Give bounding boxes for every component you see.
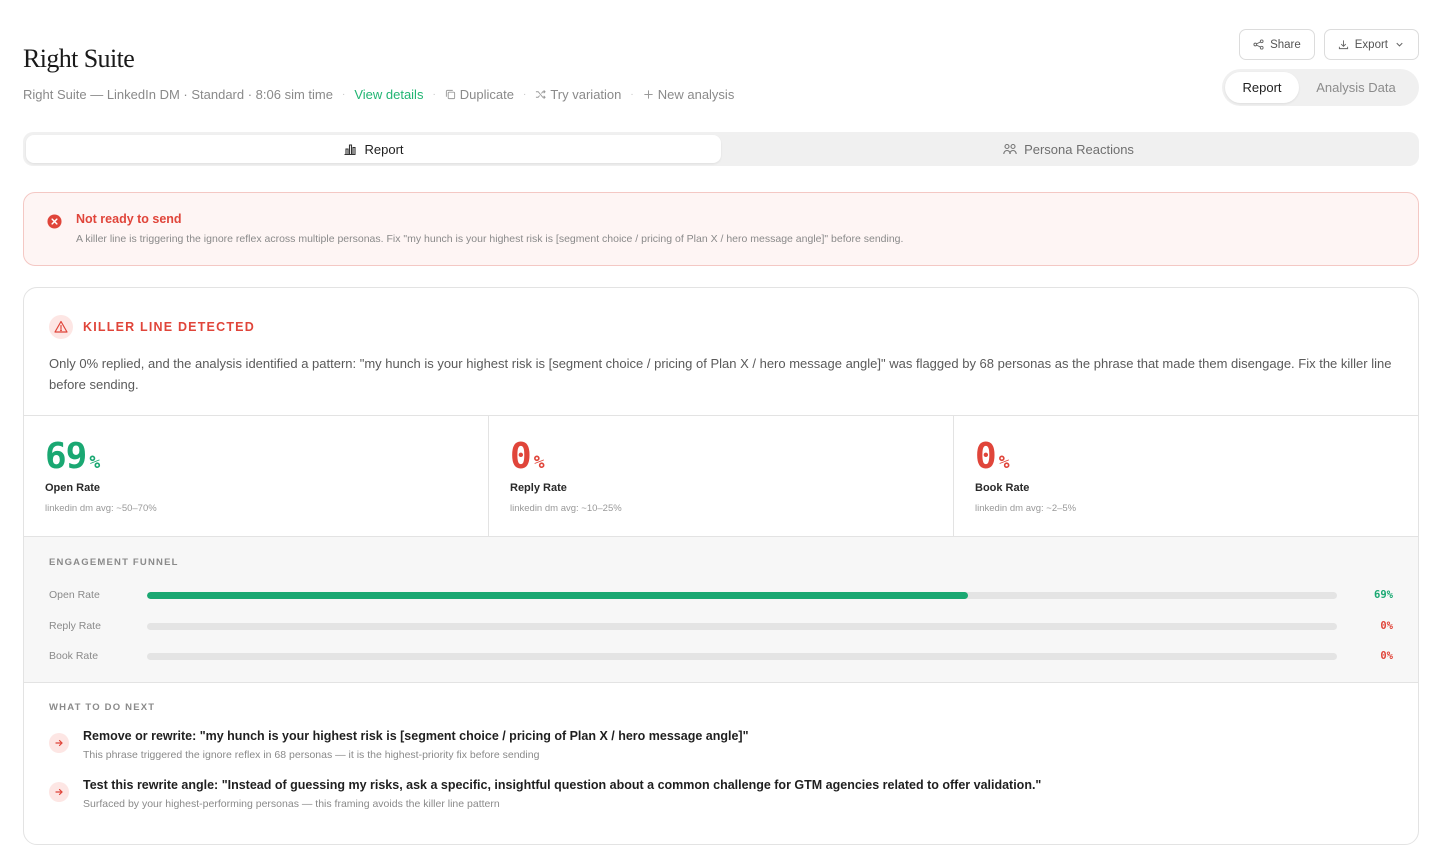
metric-benchmark: linkedin dm avg: ~50–70% [45,503,157,514]
tab-report-label: Report [364,141,404,157]
error-circle-icon [47,214,62,229]
funnel-value: 69% [1374,589,1393,601]
metric-number: 0 [975,436,997,477]
share-icon [1253,39,1264,50]
metric-book-rate: 0 % Book Rate linkedin dm avg: ~2–5% [954,416,1418,536]
arrow-right-icon [49,733,69,753]
download-icon [1338,40,1348,50]
tab-persona-reactions[interactable]: Persona Reactions [721,135,1416,163]
report-card: KILLER LINE DETECTED Only 0% replied, an… [23,287,1419,845]
plus-icon [644,90,653,99]
try-variation-button[interactable]: Try variation [535,87,621,102]
not-ready-alert: Not ready to send A killer line is trigg… [23,192,1419,266]
page-title: Right Suite [23,44,135,73]
analysis-meta: Right Suite — LinkedIn DM · Standard · 8… [23,87,333,102]
view-toggle: Report Analysis Data [1222,69,1419,106]
metric-label: Reply Rate [510,482,567,494]
export-label: Export [1354,38,1388,51]
share-label: Share [1270,38,1301,51]
metric-unit: % [533,452,545,473]
funnel-title: ENGAGEMENT FUNNEL [49,557,179,568]
metric-value: 0 % [975,434,1010,480]
funnel-value: 0% [1380,650,1393,662]
alert-title: Not ready to send [76,212,182,226]
metric-unit: % [89,452,101,473]
next-step-subtitle: This phrase triggered the ignore reflex … [83,749,540,761]
next-step-title: Remove or rewrite: "my hunch is your hig… [83,729,749,743]
separator-dot: · [523,89,527,100]
view-toggle-analysis-data[interactable]: Analysis Data [1299,72,1413,103]
metric-open-rate: 69 % Open Rate linkedin dm avg: ~50–70% [24,416,489,536]
funnel-row-book: Book Rate 0% [49,649,1393,663]
metric-value: 69 % [45,434,100,480]
progress-track [147,622,1337,630]
funnel-label: Reply Rate [49,620,101,632]
arrow-right-icon [49,782,69,802]
tab-report[interactable]: Report [26,135,721,163]
alert-text: A killer line is triggering the ignore r… [76,233,904,245]
metric-label: Book Rate [975,482,1030,494]
progress-track [147,652,1337,660]
engagement-funnel: ENGAGEMENT FUNNEL Open Rate 69% Reply Ra… [24,537,1418,683]
shuffle-icon [536,90,547,99]
metric-unit: % [998,452,1010,473]
view-details-link[interactable]: View details [354,87,423,102]
warning-icon [49,315,73,339]
bar-chart-icon [344,144,357,156]
metric-benchmark: linkedin dm avg: ~10–25% [510,503,622,514]
killer-line-title: KILLER LINE DETECTED [83,320,255,334]
share-button[interactable]: Share [1239,29,1315,60]
killer-line-description: Only 0% replied, and the analysis identi… [49,356,1392,392]
next-step-subtitle: Surfaced by your highest-performing pers… [83,798,500,810]
metrics-row: 69 % Open Rate linkedin dm avg: ~50–70% … [24,415,1418,537]
duplicate-button[interactable]: Duplicate [445,87,514,102]
duplicate-label: Duplicate [459,87,514,102]
separator-dot: · [341,89,346,100]
metric-benchmark: linkedin dm avg: ~2–5% [975,503,1077,514]
metric-number: 69 [45,436,87,477]
metric-label: Open Rate [45,482,101,494]
users-icon [1003,143,1017,155]
main-tabs: Report Persona Reactions [23,132,1419,166]
copy-icon [445,89,455,100]
progress-fill [147,591,969,599]
funnel-label: Open Rate [49,589,100,601]
metric-reply-rate: 0 % Reply Rate linkedin dm avg: ~10–25% [489,416,954,536]
funnel-label: Book Rate [49,650,99,662]
separator-dot: · [630,89,634,100]
top-actions: Share Export [1239,29,1419,60]
separator-dot: · [432,89,436,100]
tab-persona-reactions-label: Persona Reactions [1024,141,1134,157]
funnel-row-reply: Reply Rate 0% [49,619,1393,633]
next-steps-title: WHAT TO DO NEXT [49,702,156,713]
metric-number: 0 [510,436,532,477]
new-analysis-button[interactable]: New analysis [643,87,735,102]
export-button[interactable]: Export [1323,29,1419,60]
funnel-value: 0% [1380,620,1393,632]
view-toggle-report[interactable]: Report [1225,72,1299,103]
progress-track [147,591,1337,599]
try-variation-label: Try variation [550,87,622,102]
funnel-row-open: Open Rate 69% [49,588,1393,602]
killer-line-header: KILLER LINE DETECTED [49,315,255,339]
metric-value: 0 % [510,434,545,480]
analysis-meta-row: Right Suite — LinkedIn DM · Standard · 8… [23,87,734,102]
chevron-down-icon [1396,42,1403,47]
new-analysis-label: New analysis [657,87,735,102]
next-step-title: Test this rewrite angle: "Instead of gue… [83,778,1042,792]
